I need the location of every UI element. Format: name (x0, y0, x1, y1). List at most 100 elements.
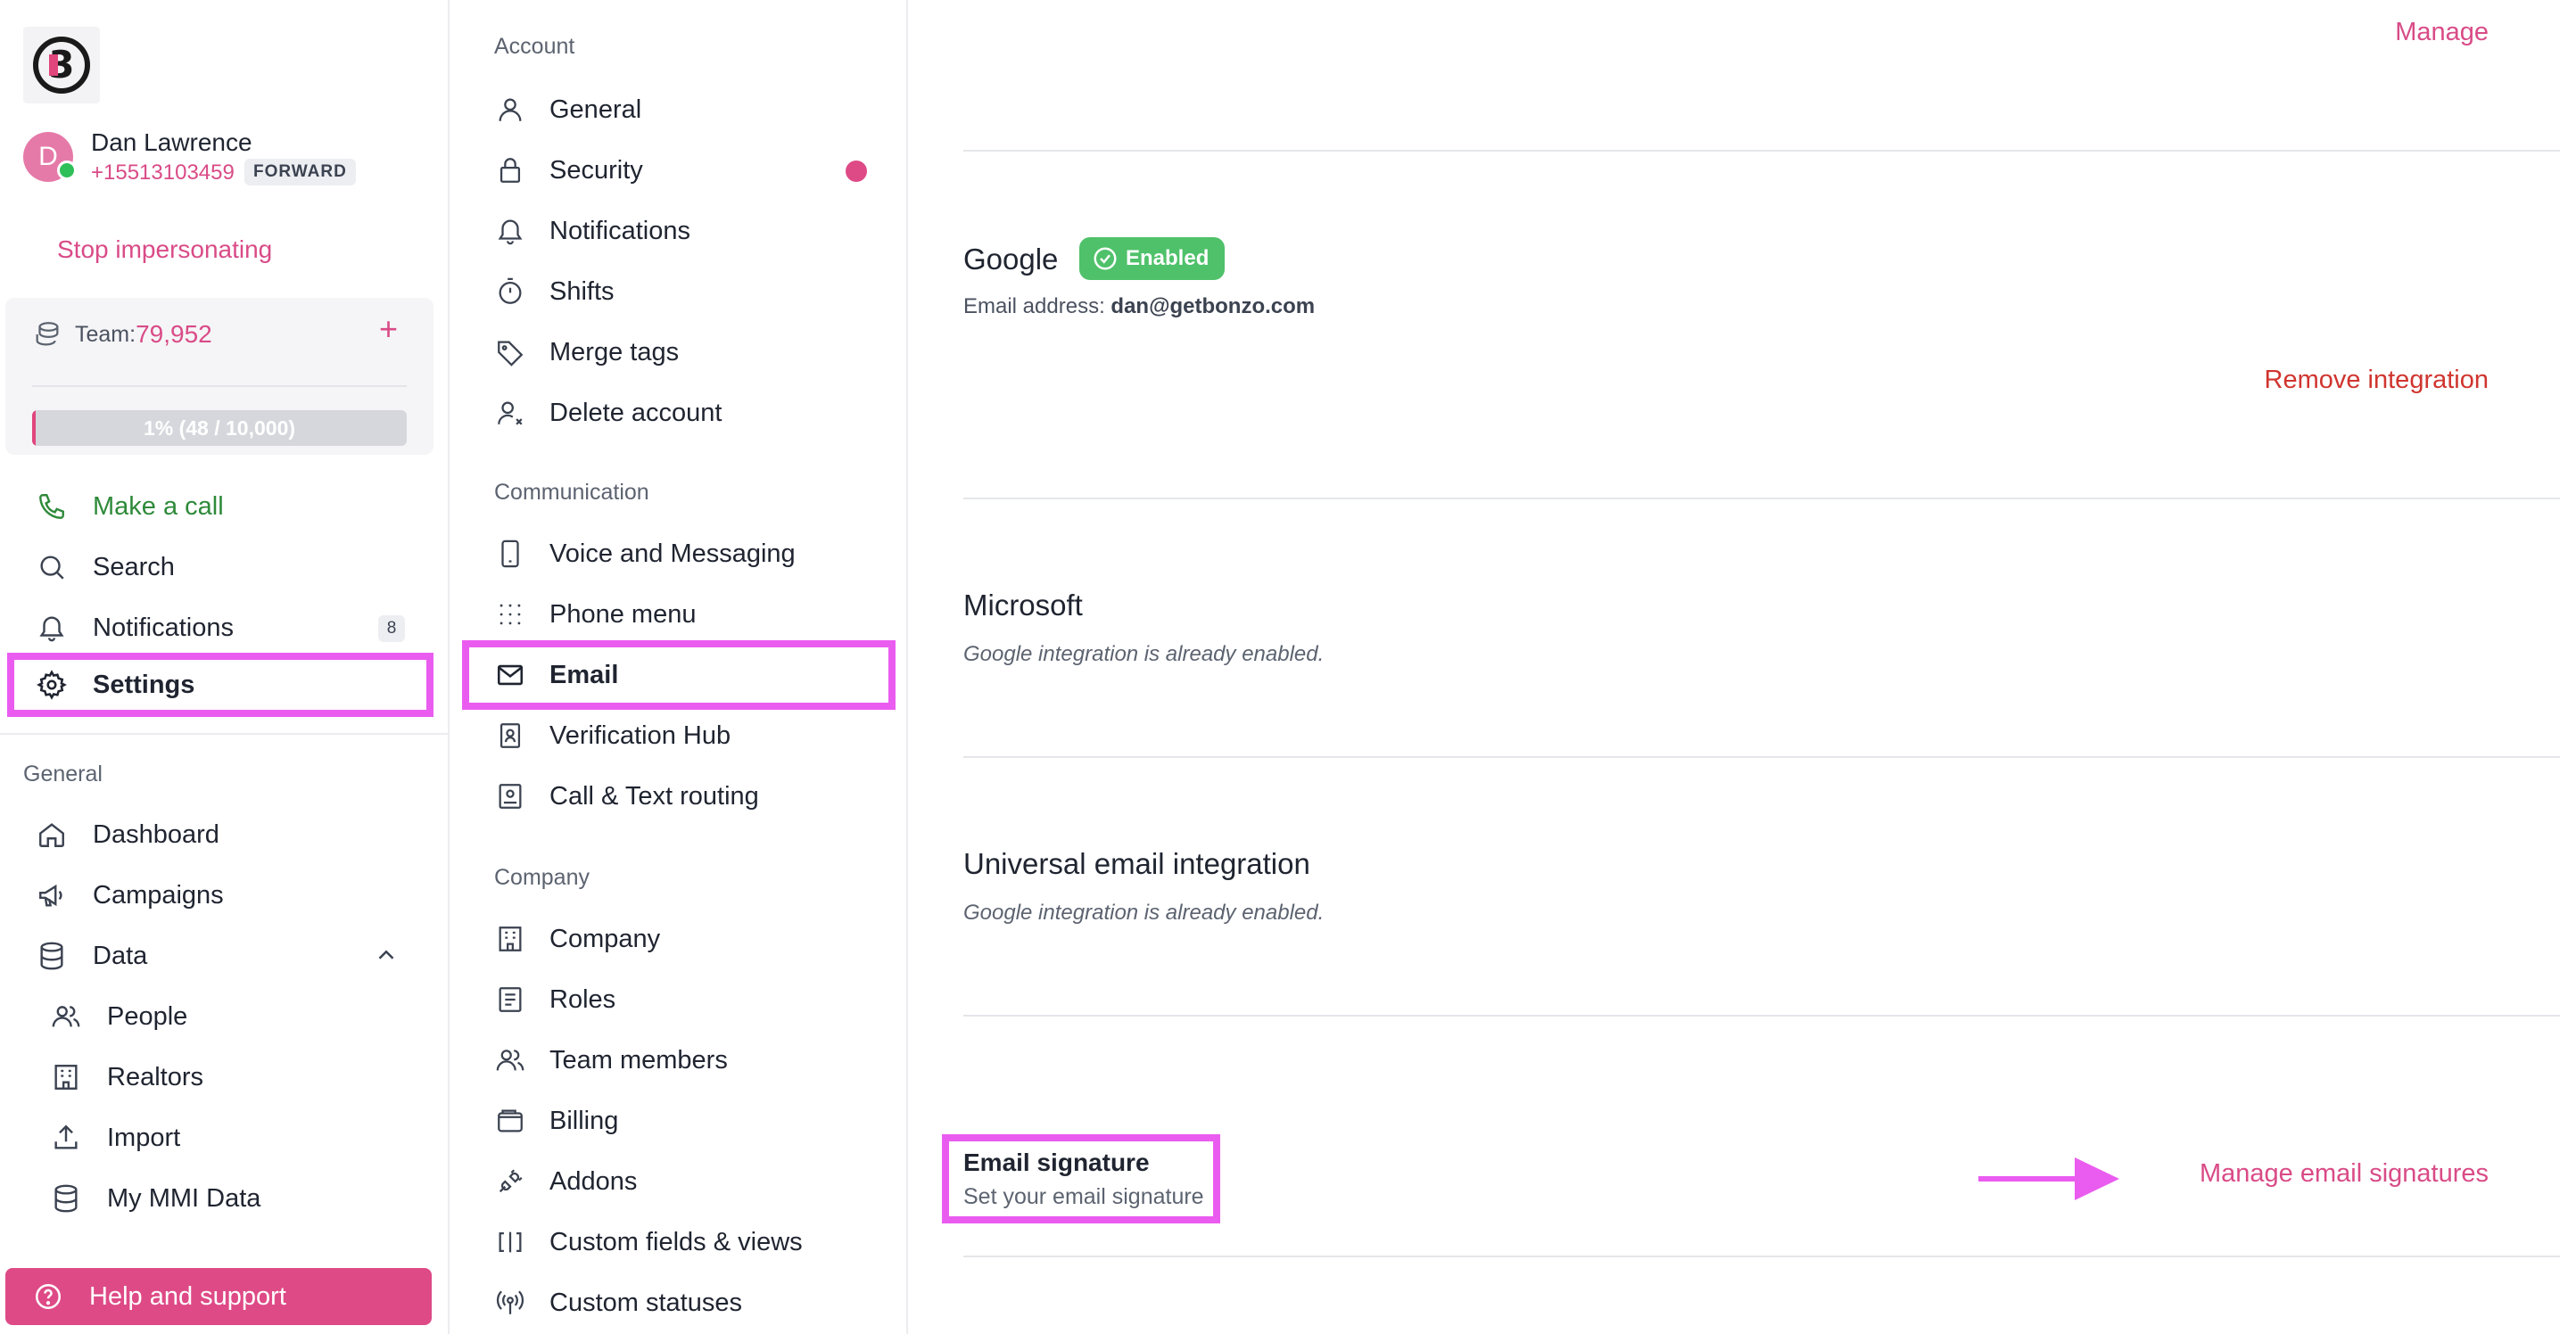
home-icon (30, 813, 73, 856)
people-icon (45, 995, 87, 1038)
team-label: Team: (75, 321, 136, 347)
stopwatch-icon (491, 272, 530, 311)
sidebar-item-search[interactable]: Search (9, 539, 432, 596)
team-credits-card: Team: 79,952 + 1% (48 / 10,000) (5, 298, 433, 455)
add-credits-button[interactable]: + (379, 310, 398, 348)
team-credit-value: 79,952 (136, 320, 212, 348)
settings-item-team-members[interactable]: Team members (466, 1033, 892, 1088)
sidebar-item-realtors[interactable]: Realtors (9, 1049, 432, 1106)
email-signature-title: Email signature (963, 1149, 1150, 1176)
sidebar-item-data[interactable]: Data (9, 927, 432, 984)
settings-item-phone-menu[interactable]: Phone menu (466, 587, 892, 642)
phone-icon (30, 485, 73, 528)
remove-integration-link[interactable]: Remove integration (2265, 366, 2489, 395)
universal-note: Google integration is already enabled. (963, 901, 1325, 925)
google-title: Google (963, 243, 1059, 276)
google-email-address: Email address: dan@getbonzo.com (963, 294, 1316, 318)
question-icon (27, 1275, 70, 1318)
sidebar-item-people[interactable]: People (9, 988, 432, 1045)
building-icon (45, 1056, 87, 1099)
sidebar-item-dashboard[interactable]: Dashboard (9, 806, 432, 863)
plug-icon (491, 1162, 530, 1201)
usage-progress-text: 1% (48 / 10,000) (143, 416, 296, 440)
online-status-dot (57, 161, 77, 180)
broadcast-icon (491, 1283, 530, 1322)
settings-item-notifications[interactable]: Notifications (466, 203, 892, 259)
sidebar-item-my-mmi-data[interactable]: My MMI Data (9, 1170, 432, 1227)
id-badge-icon (491, 716, 530, 755)
settings-navigation: Account General Security Notifications S… (450, 0, 908, 1334)
people-icon (491, 1041, 530, 1080)
stop-impersonating-link[interactable]: Stop impersonating (57, 235, 272, 264)
account-section-header: Account (494, 34, 575, 59)
user-phone[interactable]: +15513103459 (91, 161, 235, 185)
security-alert-dot (846, 161, 867, 182)
usage-progress-bar: 1% (48 / 10,000) (32, 410, 407, 446)
mobile-icon (491, 534, 530, 573)
notifications-count-badge: 8 (378, 615, 405, 642)
lock-icon (491, 151, 530, 190)
manage-link[interactable]: Manage (2395, 18, 2489, 47)
bell-icon (491, 211, 530, 251)
arrow-right-icon (1978, 1157, 2119, 1200)
bonzo-logo[interactable]: 3 (23, 27, 100, 103)
general-section-header: General (23, 762, 103, 786)
email-settings-content: Manage Google Enabled Email address: dan… (908, 0, 2576, 1334)
settings-item-merge-tags[interactable]: Merge tags (466, 325, 892, 380)
main-sidebar: 3 D Dan Lawrence +15513103459 FORWARD St… (0, 0, 450, 1334)
settings-item-verification-hub[interactable]: Verification Hub (466, 708, 892, 763)
search-icon (30, 546, 73, 589)
database-icon (30, 935, 73, 977)
sidebar-item-make-call[interactable]: Make a call (9, 478, 432, 535)
gear-icon (30, 663, 73, 706)
team-credits: Team: 79,952 (32, 319, 212, 350)
sidebar-item-campaigns[interactable]: Campaigns (9, 867, 432, 924)
forward-badge: FORWARD (244, 159, 356, 185)
sidebar-item-import[interactable]: Import (9, 1109, 432, 1166)
email-signature-subtitle: Set your email signature (963, 1184, 1204, 1209)
email-signature-highlight (942, 1134, 1220, 1223)
microsoft-note: Google integration is already enabled. (963, 642, 1325, 666)
building-icon (491, 919, 530, 959)
chevron-up-icon[interactable] (373, 942, 400, 976)
contact-card-icon (491, 980, 530, 1019)
settings-item-delete-account[interactable]: Delete account (466, 385, 892, 441)
microsoft-title: Microsoft (963, 589, 1083, 622)
settings-item-security[interactable]: Security (466, 143, 892, 198)
manage-email-signatures-link[interactable]: Manage email signatures (2200, 1159, 2489, 1189)
sidebar-item-settings[interactable]: Settings (7, 653, 433, 717)
user-icon (491, 90, 530, 129)
company-section-header: Company (494, 865, 590, 890)
text-cursor-icon (491, 1223, 530, 1262)
sidebar-item-notifications[interactable]: Notifications 8 (9, 599, 432, 656)
settings-item-roles[interactable]: Roles (466, 972, 892, 1027)
coins-icon (32, 319, 62, 350)
dialpad-icon (491, 595, 530, 634)
user-name: Dan Lawrence (91, 128, 252, 156)
settings-item-custom-fields[interactable]: Custom fields & views (466, 1215, 892, 1270)
settings-item-custom-statuses[interactable]: Custom statuses (466, 1275, 892, 1330)
tag-icon (491, 333, 530, 372)
check-circle-icon (1092, 245, 1119, 272)
database-icon (45, 1177, 87, 1220)
settings-item-company[interactable]: Company (466, 911, 892, 967)
help-and-support-button[interactable]: Help and support (5, 1268, 432, 1325)
settings-item-voice-messaging[interactable]: Voice and Messaging (466, 526, 892, 581)
user-remove-icon (491, 393, 530, 432)
universal-title: Universal email integration (963, 847, 1310, 880)
settings-item-call-text-routing[interactable]: Call & Text routing (466, 769, 892, 824)
wallet-icon (491, 1101, 530, 1140)
communication-section-header: Communication (494, 480, 649, 505)
bell-icon (30, 606, 73, 649)
megaphone-icon (30, 874, 73, 917)
mail-icon (491, 655, 530, 695)
enabled-badge: Enabled (1079, 237, 1226, 280)
settings-item-email[interactable]: Email (462, 640, 896, 710)
upload-icon (45, 1116, 87, 1159)
settings-item-billing[interactable]: Billing (466, 1093, 892, 1149)
routing-icon (491, 777, 530, 816)
logo-mark: 3 (33, 37, 90, 94)
settings-item-shifts[interactable]: Shifts (466, 264, 892, 319)
settings-item-addons[interactable]: Addons (466, 1154, 892, 1209)
settings-item-general[interactable]: General (466, 82, 892, 137)
